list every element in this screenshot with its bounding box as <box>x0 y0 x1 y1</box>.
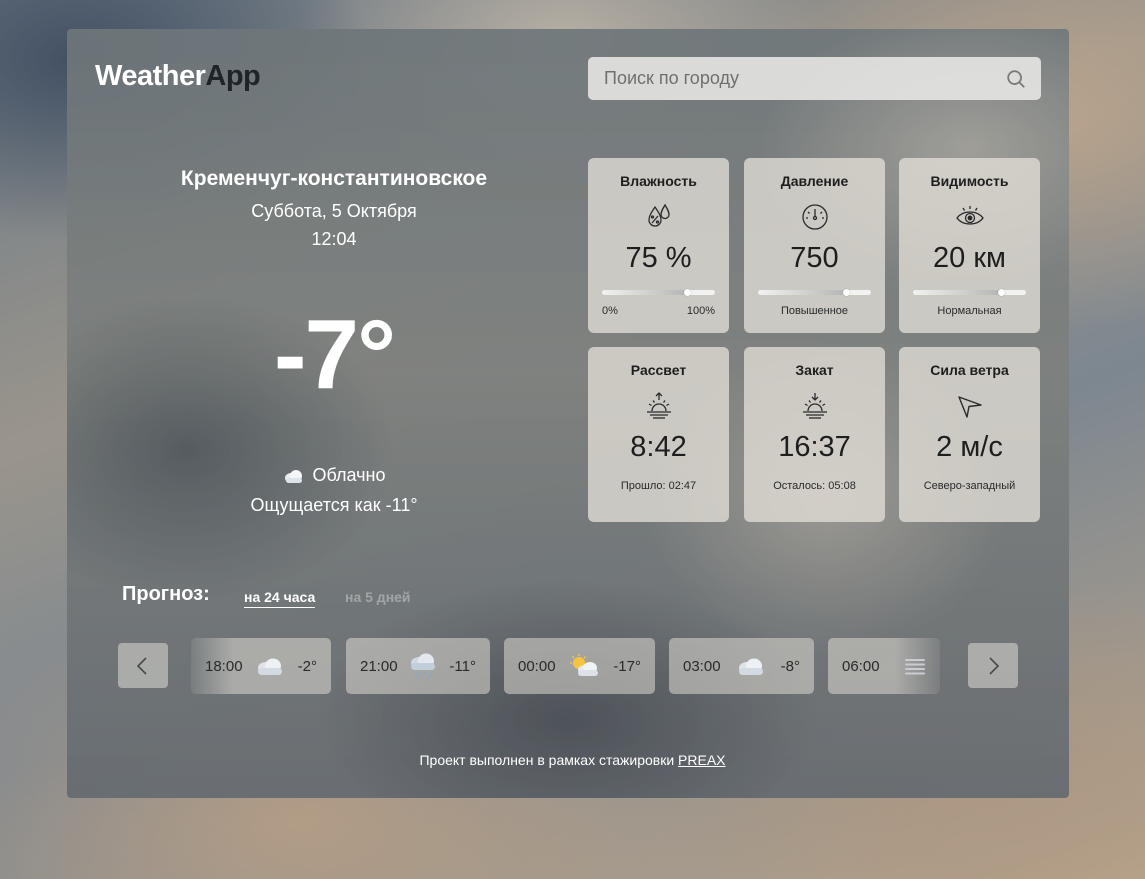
forecast-item[interactable]: 00:00 -17° <box>504 638 655 694</box>
tab-5-days[interactable]: на 5 дней <box>345 589 411 605</box>
tab-24-hours[interactable]: на 24 часа <box>244 589 316 608</box>
humidity-min-label: 0% <box>602 305 618 317</box>
sunrise-card: Рассвет 8:42 Прошло: 02:47 <box>588 347 729 522</box>
visibility-card: Видимость 20 км Нормальная <box>899 158 1040 333</box>
pressure-bar <box>758 289 871 296</box>
feels-like: Ощущается как -11° <box>250 495 418 515</box>
forecast-time: 03:00 <box>683 657 721 675</box>
sunrise-icon <box>646 392 671 419</box>
forecast-item[interactable]: 18:00 -2° <box>191 638 331 694</box>
search-input[interactable] <box>602 67 1005 90</box>
search-bar[interactable] <box>588 57 1041 100</box>
wind-direction-icon <box>957 396 982 418</box>
forecast-item[interactable]: 06:00 <box>828 638 940 694</box>
forecast-time: 00:00 <box>518 657 556 675</box>
sun-cloud-icon <box>570 654 599 676</box>
forecast-label: Прогноз: <box>122 583 210 605</box>
forecast-item[interactable]: 03:00 -8° <box>669 638 814 694</box>
condition-text: Облачно <box>312 465 386 485</box>
eye-icon <box>955 206 984 225</box>
humidity-card: Влажность 75 % 0% 100% <box>588 158 729 333</box>
sunrise-title: Рассвет <box>630 362 687 378</box>
sunset-value: 16:37 <box>778 431 851 463</box>
sunset-icon <box>802 393 827 419</box>
chevron-right-icon <box>989 656 1000 675</box>
current-temperature: -7° <box>273 299 396 409</box>
footer: Проект выполнен в рамках стажировки PREA… <box>0 752 1145 768</box>
humidity-value: 75 % <box>625 242 692 274</box>
sunset-title: Закат <box>795 362 834 378</box>
forecast-next-button[interactable] <box>968 643 1018 688</box>
snow-cloud-icon <box>411 653 436 680</box>
wind-note: Северо-западный <box>923 480 1016 492</box>
footer-link[interactable]: PREAX <box>678 752 725 768</box>
footer-text: Проект выполнен в рамках стажировки <box>419 752 679 768</box>
pressure-bar-fill <box>758 290 847 295</box>
sunrise-value: 8:42 <box>630 431 687 463</box>
forecast-temp: -2° <box>297 657 317 675</box>
visibility-bar-knob <box>998 289 1006 296</box>
pressure-note: Повышенное <box>780 305 849 317</box>
search-icon[interactable] <box>1005 68 1027 90</box>
current-time: 12:04 <box>311 229 357 249</box>
wind-value: 2 м/с <box>936 431 1003 463</box>
current-date: Суббота, 5 Октября <box>251 201 417 221</box>
sunset-note: Осталось: 05:08 <box>773 480 856 492</box>
forecast-temp: -17° <box>613 657 641 675</box>
gauge-icon <box>801 204 828 230</box>
fog-icon <box>904 659 925 675</box>
humidity-title: Влажность <box>620 173 697 189</box>
pressure-card: Давление 750 Повышенное <box>744 158 885 333</box>
forecast-time: 06:00 <box>842 657 880 675</box>
forecast-item[interactable]: 21:00 -11° <box>346 638 490 694</box>
chevron-left-icon <box>136 656 147 675</box>
humidity-max-label: 100% <box>686 305 715 317</box>
forecast-time: 18:00 <box>205 657 243 675</box>
wind-title: Сила ветра <box>930 362 1009 378</box>
sunrise-note: Прошло: 02:47 <box>620 480 697 492</box>
forecast-time: 21:00 <box>360 657 398 675</box>
humidity-bar-fill <box>602 290 687 295</box>
pressure-bar-knob <box>843 289 851 296</box>
cloud-icon <box>738 658 763 675</box>
logo-text-weather: Weather <box>95 60 206 92</box>
pressure-value: 750 <box>790 242 839 274</box>
cloud-icon <box>258 658 283 675</box>
wind-card: Сила ветра 2 м/с Северо-западный <box>899 347 1040 522</box>
city-name: Кременчуг-константиновское <box>180 167 488 190</box>
humidity-bar-knob <box>683 289 691 296</box>
humidity-bar <box>602 289 715 296</box>
visibility-bar-fill <box>913 290 1002 295</box>
sunset-card: Закат 16:37 Осталось: 05:08 <box>744 347 885 522</box>
humidity-drops-icon <box>647 203 670 227</box>
visibility-value: 20 км <box>933 242 1006 274</box>
cloud-icon <box>284 469 302 483</box>
visibility-title: Видимость <box>930 173 1009 189</box>
visibility-bar <box>913 289 1026 296</box>
logo-text-app: App <box>205 60 261 92</box>
forecast-temp: -11° <box>449 657 476 675</box>
pressure-title: Давление <box>780 173 849 189</box>
weather-condition: Облачно <box>134 465 534 486</box>
visibility-note: Нормальная <box>937 305 1002 317</box>
forecast-temp: -8° <box>780 657 800 675</box>
forecast-prev-button[interactable] <box>118 643 168 688</box>
app-logo[interactable]: WeatherApp <box>95 60 261 93</box>
